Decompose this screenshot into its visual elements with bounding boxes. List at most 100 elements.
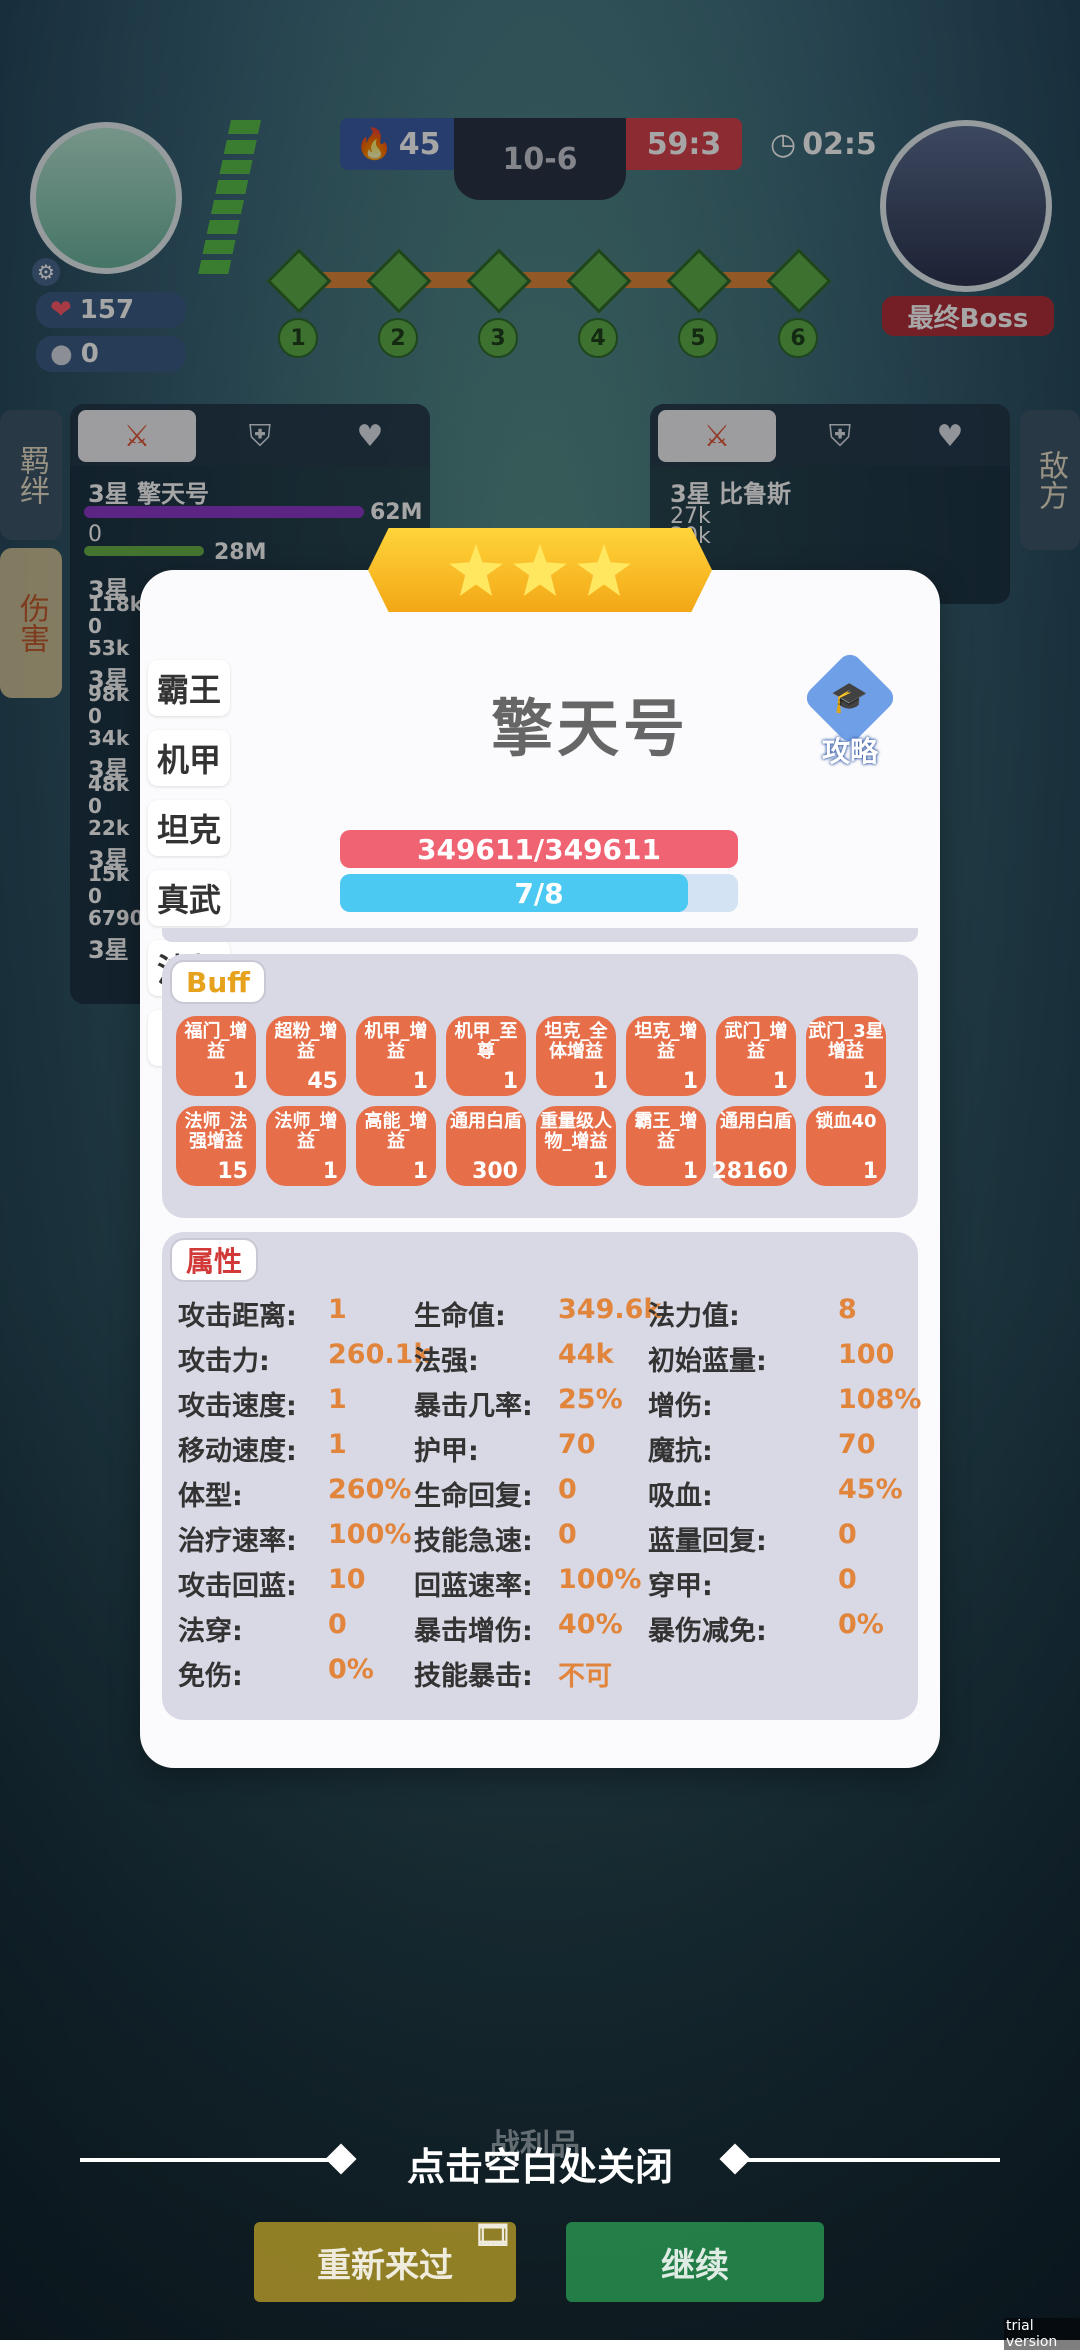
- hp-bar: 349611/349611: [340, 830, 738, 868]
- attribute-key: 暴伤减免:: [648, 1616, 767, 1647]
- buff-tile[interactable]: 通用白盾 28160: [711, 1106, 796, 1186]
- buff-tile[interactable]: 武门_增益 1: [716, 1016, 796, 1096]
- attribute-key: 回蓝速率:: [414, 1571, 533, 1602]
- buff-name: 坦克_增益: [634, 1021, 698, 1062]
- buff-name: 武门_增益: [724, 1021, 788, 1062]
- attribute-section: 属性 攻击距离: 1 生命值: 349.6k 法力值: 8 攻击力: 260.1k 法强: 44k…: [162, 1232, 922, 1720]
- buff-name: 高能_增益: [364, 1111, 428, 1152]
- attribute-key: 移动速度:: [178, 1436, 297, 1467]
- attribute-row: 攻击速度: 1 暴击几率: 25% 增伤: 108%: [178, 1384, 922, 1428]
- star-icon: [513, 544, 567, 596]
- attribute-key: 法力值:: [648, 1301, 740, 1332]
- buff-count: 1: [682, 1159, 698, 1184]
- video-icon: 🎞: [473, 2218, 512, 2253]
- close-hint: 点击空白处关闭: [406, 2145, 673, 2189]
- unit-name: 擎天号: [490, 692, 689, 765]
- attribute-key: 攻击距离:: [178, 1301, 297, 1332]
- buff-count: 1: [232, 1069, 248, 1094]
- attribute-key: 暴击几率:: [414, 1391, 533, 1422]
- buff-count: 1: [682, 1069, 698, 1094]
- attribute-key: 穿甲:: [648, 1571, 713, 1602]
- continue-button[interactable]: 继续: [566, 2222, 824, 2302]
- mana-bar-track: 7/8: [340, 874, 738, 912]
- buff-tile[interactable]: 超粉_增益 45: [266, 1016, 346, 1096]
- buff-tile[interactable]: 机甲_增益 1: [356, 1016, 436, 1096]
- buff-name: 法师_法强增益: [184, 1111, 248, 1152]
- buff-tile[interactable]: 坦克_增益 1: [626, 1016, 706, 1096]
- attribute-key: 治疗速率:: [178, 1526, 297, 1557]
- attribute-key: 初始蓝量:: [648, 1346, 767, 1377]
- buff-tile[interactable]: 重量级人物_增益 1: [536, 1106, 616, 1186]
- attribute-value: 108%: [838, 1384, 922, 1415]
- buff-tile[interactable]: 锁血40 1: [806, 1106, 886, 1186]
- attribute-value: 40%: [558, 1609, 623, 1640]
- attribute-key: 生命回复:: [414, 1481, 533, 1512]
- attribute-value: 25%: [558, 1384, 623, 1415]
- buff-name: 机甲_至尊: [454, 1021, 518, 1062]
- buff-tile[interactable]: 霸王_增益 1: [626, 1106, 706, 1186]
- attribute-value: 0: [558, 1474, 577, 1505]
- continue-label: 继续: [661, 2245, 729, 2286]
- attribute-value: 1: [328, 1294, 347, 1325]
- buff-title: Buff: [170, 960, 266, 1004]
- attribute-title: 属性: [170, 1238, 259, 1282]
- attribute-value: 100%: [328, 1519, 412, 1550]
- buff-name: 锁血40: [815, 1111, 877, 1132]
- attribute-key: 免伤:: [178, 1661, 243, 1692]
- buff-name: 机甲_增益: [364, 1021, 428, 1062]
- attribute-value: 10: [328, 1564, 366, 1595]
- unit-detail-modal: 霸王机甲坦克真武法师福 擎天号 🎓 攻略 349611/349611 7/8 B…: [140, 570, 940, 1768]
- category-tab[interactable]: 坦克: [148, 800, 230, 856]
- attribute-value: 260%: [328, 1474, 412, 1505]
- buff-section: Buff 福门_增益 1 超粉_增益 45 机甲_增益 1 机甲_至尊 1 坦克_全体增益 1 坦克…: [162, 954, 918, 1218]
- category-tab[interactable]: 真武: [148, 870, 230, 926]
- attribute-key: 吸血:: [648, 1481, 713, 1512]
- watermark: trial version: [1004, 2318, 1080, 2350]
- buff-tile[interactable]: 法师_法强增益 15: [176, 1106, 256, 1186]
- attribute-key: 技能暴击:: [414, 1661, 533, 1692]
- buff-tile[interactable]: 高能_增益 1: [356, 1106, 436, 1186]
- buff-count: 1: [322, 1159, 338, 1184]
- buff-tile[interactable]: 通用白盾 300: [446, 1106, 526, 1186]
- right-divider-line: [740, 2158, 1000, 2162]
- buff-count: 1: [412, 1069, 428, 1094]
- attribute-row: 治疗速率: 100% 技能急速: 0 蓝量回复: 0: [178, 1519, 918, 1563]
- attribute-key: 法强:: [414, 1346, 479, 1377]
- attribute-key: 护甲:: [414, 1436, 479, 1467]
- attribute-key: 暴击增伤:: [414, 1616, 533, 1647]
- guide-button[interactable]: 🎓 攻略: [801, 649, 899, 774]
- attribute-value: 8: [838, 1294, 857, 1325]
- attribute-key: 攻击速度:: [178, 1391, 297, 1422]
- attribute-value: 1: [328, 1384, 347, 1415]
- buff-count: 1: [592, 1069, 608, 1094]
- buff-tile[interactable]: 武门_3星增益 1: [806, 1016, 886, 1096]
- category-tab[interactable]: 霸王: [148, 660, 230, 716]
- attribute-value: 1: [328, 1429, 347, 1460]
- star-ribbon: [368, 528, 712, 612]
- buff-count: 1: [592, 1159, 608, 1184]
- buff-count: 1: [862, 1159, 878, 1184]
- hp-text: 349611/349611: [416, 832, 661, 866]
- buff-tile[interactable]: 福门_增益 1: [176, 1016, 256, 1096]
- buff-name: 法师_增益: [274, 1111, 338, 1152]
- attribute-value: 0: [838, 1519, 857, 1550]
- buff-tile[interactable]: 坦克_全体增益 1: [536, 1016, 616, 1096]
- attribute-key: 魔抗:: [648, 1436, 713, 1467]
- attribute-value: 0: [558, 1519, 577, 1550]
- left-divider-line: [80, 2158, 340, 2162]
- attribute-value: 0%: [838, 1609, 884, 1640]
- attribute-key: 攻击回蓝:: [178, 1571, 297, 1602]
- buff-count: 1: [862, 1069, 878, 1094]
- mana-text: 7/8: [514, 876, 564, 910]
- buff-tile[interactable]: 机甲_至尊 1: [446, 1016, 526, 1096]
- attribute-key: 蓝量回复:: [648, 1526, 767, 1557]
- buff-tile[interactable]: 法师_增益 1: [266, 1106, 346, 1186]
- attribute-key: 法穿:: [178, 1616, 243, 1647]
- attribute-key: 体型:: [178, 1481, 243, 1512]
- buff-count: 1: [772, 1069, 788, 1094]
- category-tab[interactable]: 机甲: [148, 730, 230, 786]
- buff-name: 霸王_增益: [634, 1111, 698, 1152]
- retry-button[interactable]: 重新来过 🎞: [254, 2218, 516, 2302]
- buff-count: 28160: [711, 1159, 788, 1184]
- attribute-row: 攻击距离: 1 生命值: 349.6k 法力值: 8: [178, 1294, 918, 1338]
